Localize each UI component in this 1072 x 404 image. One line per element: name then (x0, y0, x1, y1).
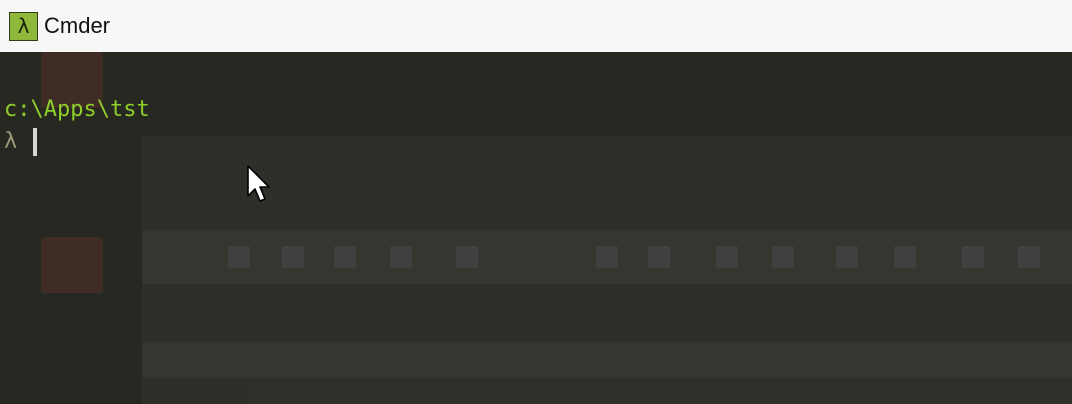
toolbar-ghost-icon (1018, 246, 1040, 268)
toolbar-ghost-icon (456, 246, 478, 268)
toolbar-ghost-icon (282, 246, 304, 268)
command-prompt-line[interactable]: λ (4, 128, 38, 156)
terminal-pane[interactable]: c:\Apps\tst λ (0, 52, 1072, 404)
title-bar[interactable]: λ Cmder (0, 0, 1072, 52)
desktop-pdf-ghost-icon (41, 237, 103, 293)
toolbar-ghost-icon (648, 246, 670, 268)
current-directory-path: c:\Apps\tst (4, 97, 150, 122)
lambda-icon: λ (9, 11, 38, 41)
background-tabs-ghost (142, 342, 1072, 378)
window-title: Cmder (44, 13, 111, 38)
prompt-lambda-symbol: λ (4, 129, 18, 154)
toolbar-ghost-icon (596, 246, 618, 268)
toolbar-ghost-icon (962, 246, 984, 268)
mouse-pointer-icon (247, 165, 270, 202)
text-cursor (33, 128, 38, 156)
cmder-window: λ Cmder c:\Apps\tst λ (0, 0, 1072, 404)
toolbar-ghost-icon (228, 246, 250, 268)
toolbar-ghost-icon (894, 246, 916, 268)
toolbar-ghost-icon (836, 246, 858, 268)
toolbar-ghost-icon (772, 246, 794, 268)
toolbar-ghost-icon (716, 246, 738, 268)
toolbar-ghost-icon (390, 246, 412, 268)
toolbar-ghost-icon (334, 246, 356, 268)
